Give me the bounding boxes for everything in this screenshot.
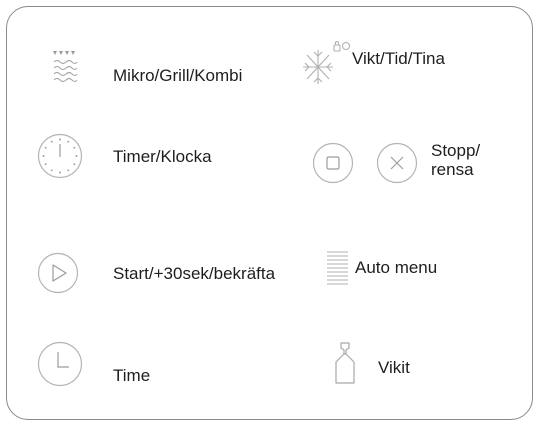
vikit-label: Vikit [378, 358, 410, 377]
list-menu-icon[interactable] [326, 250, 350, 286]
rensa-label: rensa [431, 160, 474, 179]
start-30sek-bekrafta-label: Start/+30sek/bekräfta [113, 264, 276, 283]
microwave-grill-icon[interactable] [52, 50, 78, 86]
timer-klocka-label: Timer/Klocka [113, 147, 212, 166]
play-icon[interactable] [37, 252, 79, 294]
clock-icon[interactable] [36, 340, 84, 388]
time-label: Time [113, 366, 151, 385]
auto-menu-label: Auto menu [355, 258, 438, 277]
stopp-label: Stopp/ [431, 141, 481, 160]
clear-x-icon[interactable] [376, 142, 418, 184]
mikro-grill-kombi-label: Mikro/Grill/Kombi [113, 66, 243, 85]
snowflake-defrost-icon[interactable] [296, 40, 352, 92]
stop-square-icon[interactable] [312, 142, 354, 184]
control-panel [6, 6, 533, 420]
vikt-tid-tina-label: Vikt/Tid/Tina [352, 49, 445, 68]
timer-clock-icon[interactable] [36, 132, 84, 180]
weight-icon[interactable] [330, 340, 360, 386]
